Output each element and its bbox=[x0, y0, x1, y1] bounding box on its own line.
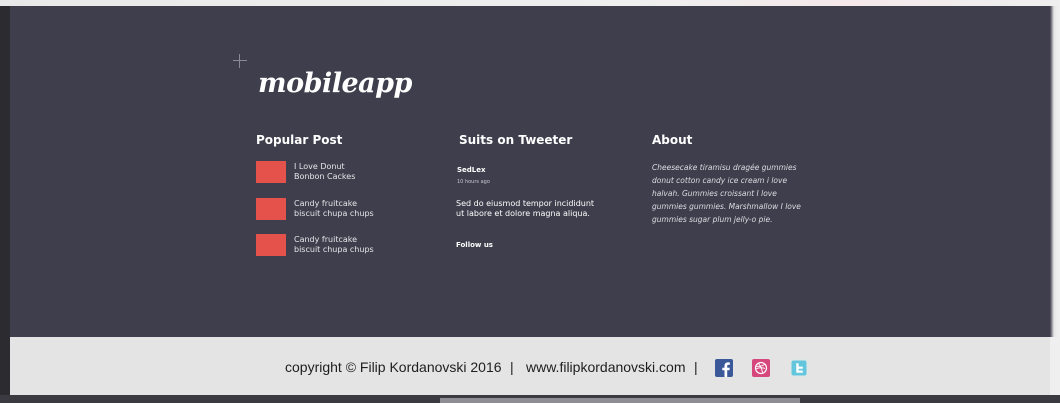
post-title[interactable]: Candy fruitcake biscuit chupa chups bbox=[294, 235, 454, 255]
separator: | bbox=[694, 359, 698, 375]
post-thumbnail[interactable] bbox=[256, 161, 286, 183]
post-thumbnail[interactable] bbox=[256, 234, 286, 256]
post-thumbnail[interactable] bbox=[256, 198, 286, 220]
popular-post-item[interactable]: Candy fruitcake biscuit chupa chups bbox=[256, 198, 456, 222]
website-link[interactable]: www.filipkordanovski.com bbox=[526, 359, 686, 375]
separator: | bbox=[510, 359, 514, 375]
tweet-timestamp: 10 hours ago bbox=[457, 179, 490, 185]
facebook-icon[interactable] bbox=[715, 359, 733, 377]
scrollbar-thumb[interactable] bbox=[440, 398, 800, 403]
popular-post-item[interactable]: I Love Donut Bonbon Cackes bbox=[256, 161, 456, 185]
crosshair-cursor-icon bbox=[233, 54, 247, 68]
footer-logo[interactable]: mobileapp bbox=[258, 68, 412, 99]
popular-post-heading: Popular Post bbox=[256, 133, 343, 147]
dribbble-icon[interactable] bbox=[752, 359, 770, 377]
copyright-text: copyright © Filip Kordanovski 2016 bbox=[285, 359, 502, 375]
about-heading: About bbox=[652, 133, 693, 147]
tweet-username[interactable]: SedLex bbox=[457, 166, 486, 174]
popular-post-item[interactable]: Candy fruitcake biscuit chupa chups bbox=[256, 234, 456, 258]
tweet-text: Sed do eiusmod tempor incididunt ut labo… bbox=[456, 199, 595, 218]
tweets-heading: Suits on Tweeter bbox=[459, 133, 573, 147]
post-title[interactable]: Candy fruitcake biscuit chupa chups bbox=[294, 199, 454, 219]
copyright-bar-edge bbox=[1050, 337, 1060, 395]
twitter-icon[interactable] bbox=[790, 359, 808, 377]
window-right-edge bbox=[1050, 6, 1060, 337]
footer-section bbox=[10, 6, 1050, 337]
follow-us-link[interactable]: Follow us bbox=[456, 241, 493, 249]
post-title[interactable]: I Love Donut Bonbon Cackes bbox=[294, 162, 454, 182]
about-text: Cheesecake tiramisu dragée gummies donut… bbox=[652, 163, 801, 224]
